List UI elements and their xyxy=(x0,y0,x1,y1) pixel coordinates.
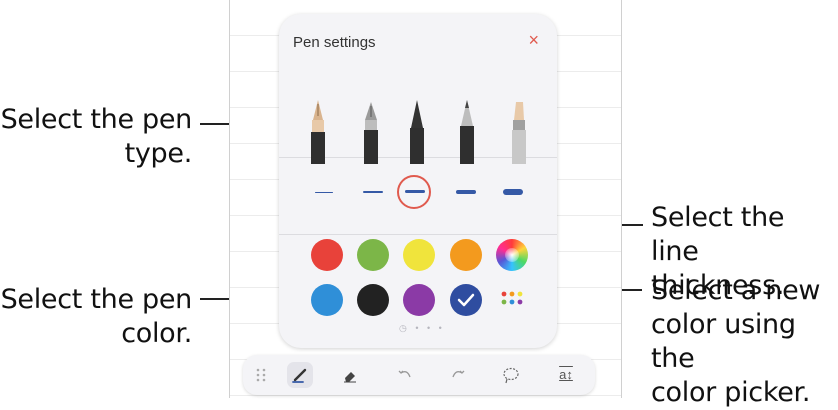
color-purple[interactable] xyxy=(403,284,435,316)
pen-type-pencil[interactable] xyxy=(456,98,478,164)
callout-line-thickness-line1: Select the line xyxy=(651,202,785,267)
callout-pen-color-line2: color. xyxy=(121,318,192,349)
color-picker-wheel[interactable] xyxy=(496,239,528,271)
callout-color-picker: Select a new color using the color picke… xyxy=(651,274,838,410)
pen-type-pen[interactable] xyxy=(406,98,428,164)
thickness-4[interactable] xyxy=(456,190,476,194)
color-palette-dots[interactable] xyxy=(496,284,528,316)
page-indicator: ◷ • • • xyxy=(399,323,445,333)
pencil-icon xyxy=(460,100,474,164)
close-icon[interactable]: × xyxy=(528,30,539,51)
color-blue[interactable] xyxy=(311,284,343,316)
pen-tool-icon[interactable] xyxy=(287,362,313,388)
redo-icon[interactable] xyxy=(448,365,468,385)
lasso-icon[interactable] xyxy=(501,365,521,385)
callout-pen-type-line2: type. xyxy=(124,138,193,169)
pen-type-fountain-pen[interactable] xyxy=(307,98,329,164)
fountain-pen-icon xyxy=(311,100,325,164)
check-icon xyxy=(457,293,475,307)
pen-type-highlighter[interactable] xyxy=(508,98,530,164)
drag-handle-icon[interactable] xyxy=(251,365,271,385)
thickness-3[interactable] xyxy=(405,190,425,193)
color-green[interactable] xyxy=(357,239,389,271)
calligraphy-pen-icon xyxy=(364,102,378,164)
color-orange[interactable] xyxy=(450,239,482,271)
callout-pen-type: Select the pen type. xyxy=(0,103,193,171)
color-navy-selected[interactable] xyxy=(450,284,482,316)
thickness-1[interactable] xyxy=(315,192,333,193)
callout-color-picker-line3: color picker. xyxy=(651,377,811,408)
color-black[interactable] xyxy=(357,284,389,316)
palette-dots-icon xyxy=(501,291,523,305)
callout-color-picker-line2: color using the xyxy=(651,309,796,374)
divider-thickness xyxy=(279,234,557,235)
color-yellow[interactable] xyxy=(403,239,435,271)
bottom-toolbar: a↕ xyxy=(243,355,595,395)
pen-type-calligraphy-pen[interactable] xyxy=(360,98,382,164)
pen-icon xyxy=(410,100,424,164)
callout-pen-color: Select the pen color. xyxy=(0,283,193,351)
thickness-2[interactable] xyxy=(363,191,383,193)
thickness-5[interactable] xyxy=(503,189,523,195)
callout-pen-color-line1: Select the pen xyxy=(0,284,193,315)
undo-icon[interactable] xyxy=(395,365,415,385)
eraser-icon[interactable] xyxy=(340,365,360,385)
callout-pen-type-line1: Select the pen xyxy=(0,104,193,135)
color-red[interactable] xyxy=(311,239,343,271)
highlighter-icon xyxy=(512,102,526,164)
callout-color-picker-line1: Select a new xyxy=(651,275,821,306)
panel-title: Pen settings xyxy=(293,34,376,51)
text-fit-icon[interactable]: a↕ xyxy=(553,365,579,385)
